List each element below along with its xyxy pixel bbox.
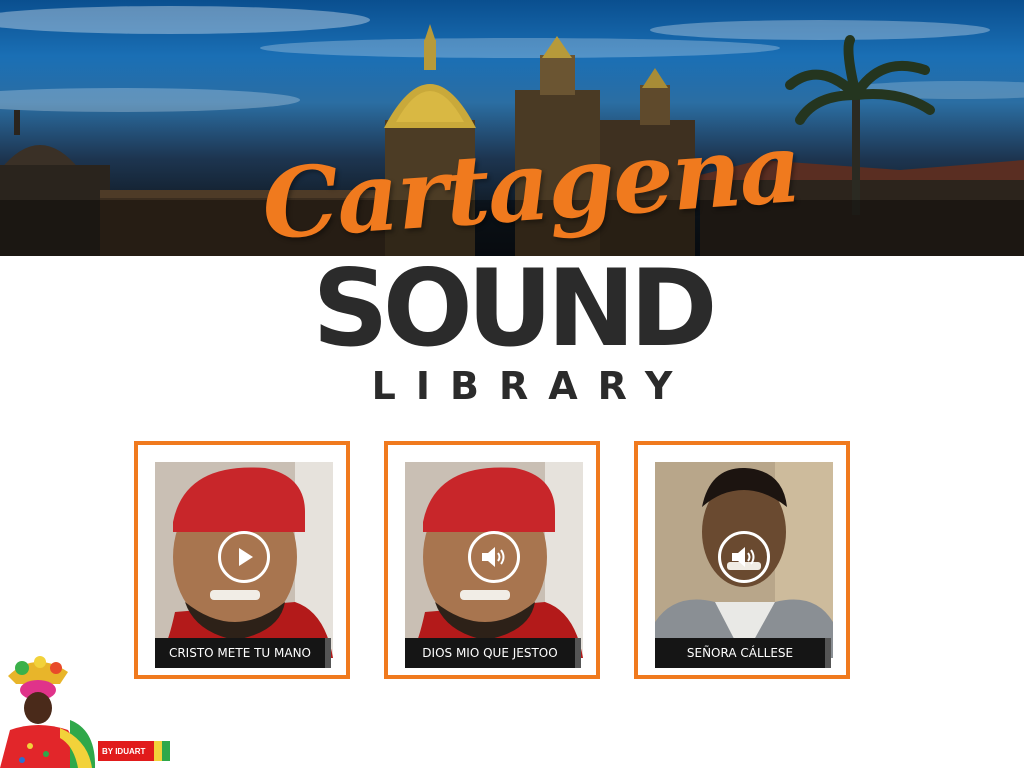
sound-card-photo bbox=[655, 462, 833, 658]
sound-card-photo bbox=[405, 462, 583, 658]
sound-card-label[interactable]: SEÑORA CÁLLESE bbox=[655, 638, 825, 668]
sound-button[interactable] bbox=[468, 531, 520, 583]
play-button[interactable] bbox=[218, 531, 270, 583]
sound-button[interactable] bbox=[718, 531, 770, 583]
hero-banner bbox=[0, 0, 1024, 256]
sound-card-3: SEÑORA CÁLLESE bbox=[634, 441, 850, 679]
credit-badge: BY IDUART bbox=[98, 741, 170, 761]
play-icon bbox=[239, 548, 253, 566]
speaker-icon bbox=[482, 547, 505, 567]
sound-card-label[interactable]: CRISTO METE TU MANO bbox=[155, 638, 325, 668]
sound-card-photo bbox=[155, 462, 333, 658]
logo-title-sub: LIBRARY bbox=[371, 364, 693, 408]
speaker-icon bbox=[732, 547, 755, 567]
palenquera-mascot-image bbox=[0, 656, 96, 768]
flag-icon bbox=[154, 741, 170, 761]
sound-card-1: CRISTO METE TU MANO bbox=[134, 441, 350, 679]
city-skyline-image bbox=[0, 6, 1024, 256]
sound-card-2: DIOS MIO QUE JESTOO bbox=[384, 441, 600, 679]
logo-title-main: SOUND bbox=[312, 247, 717, 370]
sound-card-label[interactable]: DIOS MIO QUE JESTOO bbox=[405, 638, 575, 668]
credit-text: BY IDUART bbox=[102, 746, 146, 756]
